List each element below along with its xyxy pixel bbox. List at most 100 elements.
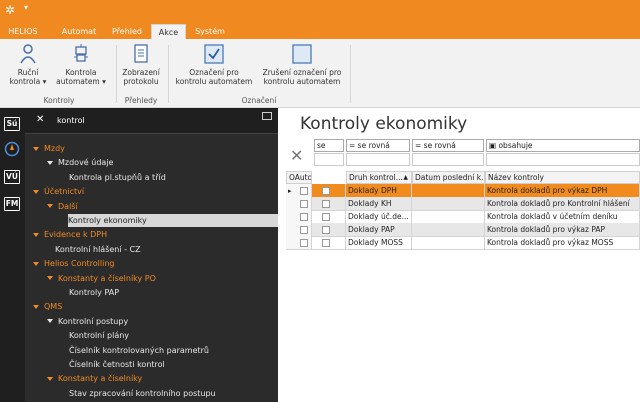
expand-arrow-icon[interactable]	[33, 261, 39, 266]
row-select-checkbox[interactable]	[300, 226, 308, 234]
cell-datum[interactable]	[412, 210, 485, 224]
oauto-checkbox[interactable]	[322, 239, 330, 247]
row-select-checkbox[interactable]	[300, 213, 308, 221]
mark-for-automat-button[interactable]: Označení pro kontrolu automatem	[174, 43, 254, 86]
filter-cell-druh[interactable]: = se rovná	[346, 139, 410, 152]
expand-arrow-icon[interactable]	[47, 376, 53, 381]
expand-arrow-icon[interactable]	[33, 304, 39, 309]
oauto-checkbox-cell[interactable]	[312, 184, 346, 198]
oauto-checkbox[interactable]	[322, 200, 330, 208]
expand-arrow-icon[interactable]	[47, 204, 53, 209]
row-select-checkbox[interactable]	[300, 239, 308, 247]
row-indicator-cell[interactable]: ▸	[286, 184, 312, 198]
cell-nazev[interactable]: Kontrola dokladů pro výkaz MOSS	[485, 236, 640, 250]
cell-druh[interactable]: Doklady DPH	[346, 184, 412, 198]
pin-icon[interactable]	[262, 112, 272, 120]
nav-item[interactable]: Další	[47, 200, 78, 213]
table-row[interactable]: ▸ Doklady DPH Kontrola dokladů pro výkaz D…	[286, 184, 640, 198]
cell-nazev[interactable]: Kontrola dokladů pro výkaz DPH	[485, 184, 640, 198]
expand-arrow-icon[interactable]	[47, 160, 53, 165]
nav-item[interactable]: Kontrola pl.stupňů a tříd	[61, 171, 166, 184]
filter-value-nazev[interactable]	[486, 153, 640, 166]
nav-search-bar[interactable]: ✕ kontrol	[25, 108, 278, 134]
row-indicator-cell[interactable]	[286, 197, 312, 211]
cell-datum[interactable]	[412, 184, 485, 198]
nav-item[interactable]: Helios Controlling	[33, 257, 115, 270]
nav-item[interactable]: Číselník četnosti kontrol	[61, 358, 165, 371]
nav-item[interactable]: Kontrolní plány	[61, 329, 129, 342]
expand-arrow-icon[interactable]	[47, 276, 53, 281]
close-icon[interactable]: ✕	[36, 114, 44, 125]
column-header-oauto[interactable]: OAuto	[286, 171, 312, 184]
row-indicator-cell[interactable]	[286, 210, 312, 224]
automat-check-button[interactable]: Kontrola automatem ▾	[52, 43, 110, 86]
cell-druh[interactable]: Doklady úč.de...	[346, 210, 412, 224]
module-fm[interactable]: FM	[4, 197, 20, 211]
tab-helios[interactable]: HELIOS	[0, 24, 46, 39]
module-vu[interactable]: VÚ	[4, 170, 20, 184]
quick-access-dropdown[interactable]: ▾	[24, 3, 28, 12]
expand-arrow-icon[interactable]	[33, 146, 39, 151]
row-indicator-cell[interactable]	[286, 236, 312, 250]
nav-item[interactable]: Konstanty a číselníky	[47, 372, 142, 385]
oauto-checkbox[interactable]	[322, 226, 330, 234]
filter-cell-nazev[interactable]: ▣ obsahuje	[486, 139, 640, 152]
helios-logo-icon[interactable]: ✲	[5, 3, 19, 17]
clear-filter-icon[interactable]: ✕	[290, 146, 303, 165]
nav-item[interactable]: Číselník kontrolovaných parametrů	[61, 344, 209, 357]
filter-value-druh[interactable]	[346, 153, 410, 166]
oauto-checkbox-cell[interactable]	[312, 197, 346, 211]
table-row[interactable]: Doklady KH Kontrola dokladů pro Kontrolní…	[286, 197, 640, 211]
search-input[interactable]: kontrol	[57, 116, 85, 125]
expand-arrow-icon[interactable]	[33, 189, 39, 194]
table-row[interactable]: Doklady PAP Kontrola dokladů pro výkaz PA…	[286, 223, 640, 237]
nav-item[interactable]: QMS	[33, 300, 62, 313]
nav-item[interactable]: Kontroly PAP	[61, 286, 119, 299]
expand-arrow-icon[interactable]	[47, 319, 53, 324]
cell-datum[interactable]	[412, 223, 485, 237]
filter-cell-oauto[interactable]: se	[314, 139, 344, 152]
tab-akce[interactable]: Akce	[151, 24, 186, 39]
tab-prehled[interactable]: Přehled	[106, 24, 148, 39]
table-row[interactable]: Doklady MOSS Kontrola dokladů pro výkaz M…	[286, 236, 640, 250]
column-header-datum[interactable]: Datum poslední k...	[412, 171, 485, 184]
nav-item[interactable]: Kontrolní hlášení - CZ	[47, 243, 141, 256]
tab-automat[interactable]: Automat	[55, 24, 103, 39]
manual-check-button[interactable]: Ruční kontrola ▾	[8, 43, 48, 86]
show-protocol-button[interactable]: Zobrazení protokolu	[119, 43, 163, 86]
oauto-checkbox-cell[interactable]	[312, 223, 346, 237]
row-select-checkbox[interactable]	[300, 187, 308, 195]
row-indicator-cell[interactable]	[286, 223, 312, 237]
filter-value-datum[interactable]	[412, 153, 484, 166]
nav-item[interactable]: Evidence k DPH	[33, 228, 107, 241]
cell-druh[interactable]: Doklady PAP	[346, 223, 412, 237]
filter-value-oauto[interactable]	[314, 153, 344, 166]
cell-druh[interactable]: Doklady MOSS	[346, 236, 412, 250]
nav-item[interactable]: Konstanty a číselníky PO	[47, 272, 156, 285]
expand-arrow-icon[interactable]	[33, 232, 39, 237]
module-su[interactable]: Sú	[4, 117, 20, 131]
nav-item[interactable]: Mzdové údaje	[47, 156, 113, 169]
unmark-for-automat-button[interactable]: Zrušení označení pro kontrolu automatem	[260, 43, 344, 86]
cell-druh[interactable]: Doklady KH	[346, 197, 412, 211]
row-select-checkbox[interactable]	[300, 200, 308, 208]
compass-icon[interactable]	[4, 141, 20, 157]
nav-item[interactable]: Účetnictví	[33, 185, 84, 198]
cell-datum[interactable]	[412, 197, 485, 211]
oauto-checkbox-cell[interactable]	[312, 210, 346, 224]
cell-nazev[interactable]: Kontrola dokladů pro Kontrolní hlášení	[485, 197, 640, 211]
nav-item[interactable]: Kontroly ekonomiky	[68, 214, 278, 227]
column-header-druh[interactable]: Druh kontrol... ▲	[346, 171, 412, 184]
tab-system[interactable]: Systém	[190, 24, 230, 39]
cell-nazev[interactable]: Kontrola dokladů pro výkaz PAP	[485, 223, 640, 237]
oauto-checkbox[interactable]	[322, 213, 330, 221]
cell-nazev[interactable]: Kontrola dokladů v účetním deníku	[485, 210, 640, 224]
oauto-checkbox[interactable]	[322, 187, 330, 195]
nav-item[interactable]: Stav zpracování kontrolního postupu	[61, 387, 216, 400]
column-header-nazev[interactable]: Název kontroly	[485, 171, 640, 184]
oauto-checkbox-cell[interactable]	[312, 236, 346, 250]
nav-item[interactable]: Mzdy	[33, 142, 65, 155]
filter-cell-datum[interactable]: = se rovná	[412, 139, 484, 152]
nav-item[interactable]: Kontrolní postupy	[47, 315, 128, 328]
table-row[interactable]: Doklady úč.de... Kontrola dokladů v účetn…	[286, 210, 640, 224]
